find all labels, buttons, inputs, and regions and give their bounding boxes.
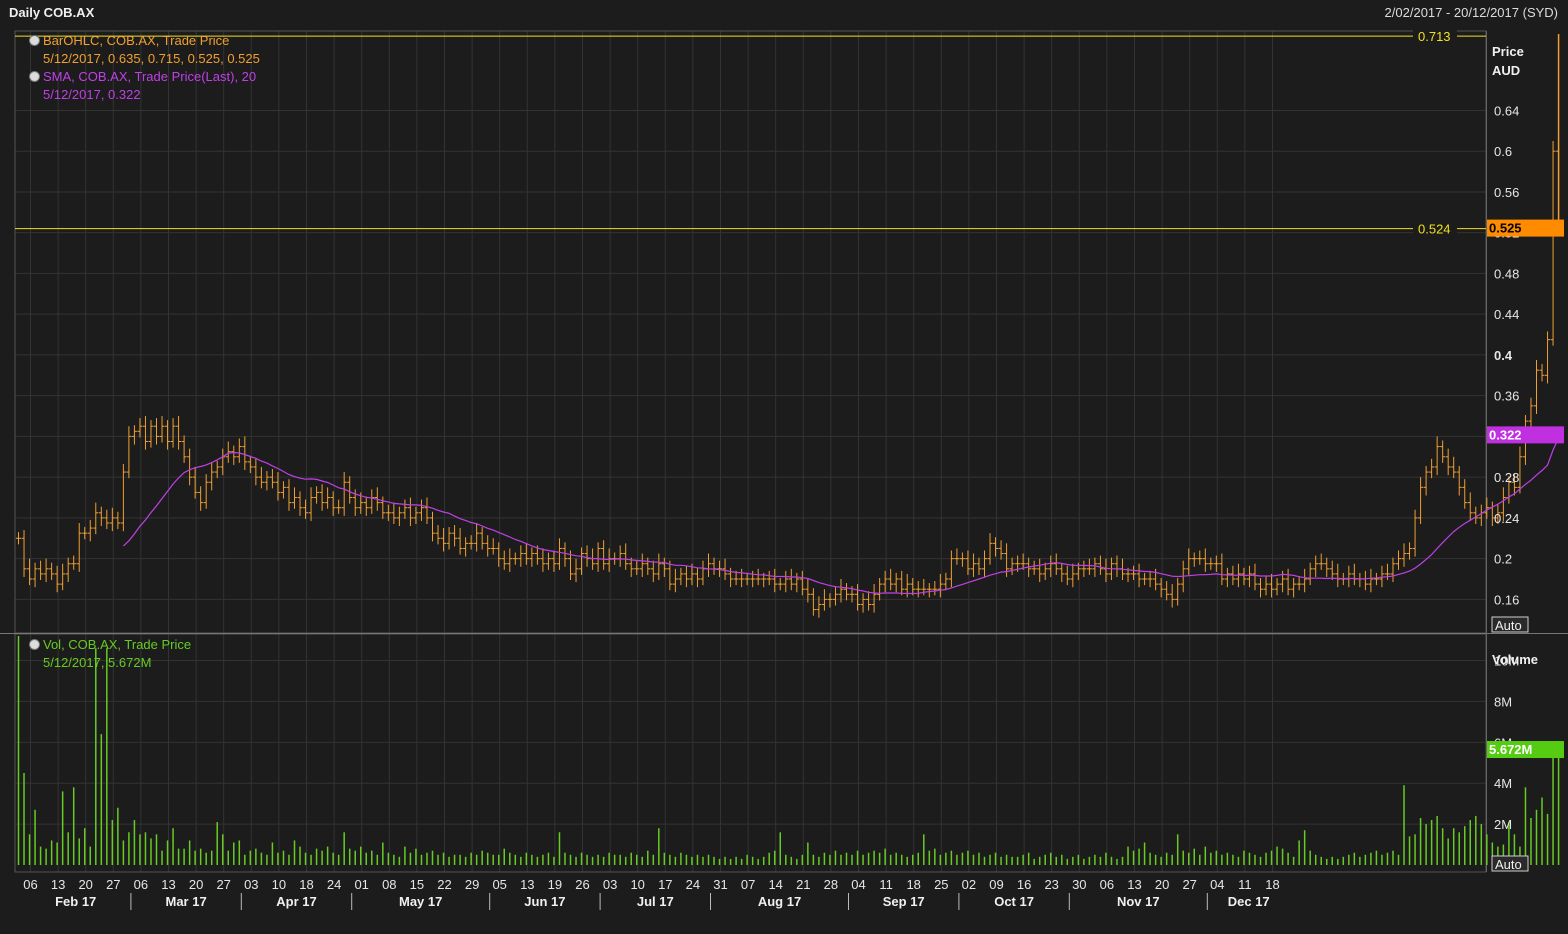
sma-legend-name: SMA, COB.AX, Trade Price(Last), 20 — [43, 69, 257, 84]
volume-tick-label: 8M — [1494, 694, 1512, 709]
month-tick-label: Mar 17 — [165, 894, 206, 909]
chart-background — [0, 0, 1568, 934]
price-tick-label: 0.28 — [1494, 470, 1519, 485]
day-tick-label: 05 — [492, 877, 506, 892]
day-tick-label: 07 — [741, 877, 755, 892]
price-tick-label: 0.64 — [1494, 103, 1519, 118]
price-tick-label: 0.24 — [1494, 511, 1519, 526]
volume-tick-label: 4M — [1494, 776, 1512, 791]
day-tick-label: 04 — [851, 877, 865, 892]
last-price-badge: 0.525 — [1489, 221, 1522, 236]
price-tick-label: 0.48 — [1494, 266, 1519, 281]
price-tick-label: 0.16 — [1494, 592, 1519, 607]
day-tick-label: 29 — [465, 877, 479, 892]
day-tick-label: 27 — [216, 877, 230, 892]
price-tick-label: 0.36 — [1494, 389, 1519, 404]
month-tick-label: Jul 17 — [637, 894, 674, 909]
day-tick-label: 24 — [686, 877, 700, 892]
day-tick-label: 18 — [1265, 877, 1279, 892]
volume-legend[interactable]: Vol, COB.AX, Trade Price 5/12/2017, 5.67… — [29, 636, 192, 672]
volume-legend-name: Vol, COB.AX, Trade Price — [43, 637, 192, 652]
volume-auto-label: Auto — [1495, 857, 1522, 872]
day-tick-label: 03 — [244, 877, 258, 892]
price-axis-unit: AUD — [1492, 63, 1520, 78]
day-tick-label: 28 — [824, 877, 838, 892]
day-tick-label: 13 — [1127, 877, 1141, 892]
day-tick-label: 06 — [1100, 877, 1114, 892]
horizontal-line-label: 0.713 — [1418, 29, 1451, 44]
ohlc-legend[interactable]: BarOHLC, COB.AX, Trade Price 5/12/2017, … — [29, 32, 260, 68]
legend-toggle-icon[interactable] — [29, 35, 40, 46]
day-tick-label: 10 — [630, 877, 644, 892]
day-tick-label: 20 — [1155, 877, 1169, 892]
day-tick-label: 19 — [548, 877, 562, 892]
price-tick-label: 0.44 — [1494, 307, 1519, 322]
day-tick-label: 06 — [23, 877, 37, 892]
date-range: 2/02/2017 - 20/12/2017 (SYD) — [1384, 5, 1558, 20]
day-tick-label: 09 — [989, 877, 1003, 892]
ohlc-legend-name: BarOHLC, COB.AX, Trade Price — [43, 33, 230, 48]
day-tick-label: 20 — [78, 877, 92, 892]
day-tick-label: 17 — [658, 877, 672, 892]
day-tick-label: 18 — [906, 877, 920, 892]
day-tick-label: 27 — [1182, 877, 1196, 892]
day-tick-label: 01 — [354, 877, 368, 892]
volume-value-badge: 5.672M — [1489, 742, 1532, 757]
day-tick-label: 03 — [603, 877, 617, 892]
price-tick-label: 0.2 — [1494, 552, 1512, 567]
day-tick-label: 27 — [106, 877, 120, 892]
day-tick-label: 16 — [1017, 877, 1031, 892]
volume-tick-label: 2M — [1494, 817, 1512, 832]
day-tick-label: 08 — [382, 877, 396, 892]
volume-legend-values: 5/12/2017, 5.672M — [43, 655, 152, 670]
month-tick-label: Aug 17 — [758, 894, 801, 909]
day-tick-label: 13 — [161, 877, 175, 892]
month-tick-label: Feb 17 — [55, 894, 96, 909]
chart-title: Daily COB.AX — [9, 5, 95, 20]
ohlc-legend-values: 5/12/2017, 0.635, 0.715, 0.525, 0.525 — [43, 51, 260, 66]
day-tick-label: 02 — [962, 877, 976, 892]
month-tick-label: Oct 17 — [994, 894, 1034, 909]
legend-toggle-icon[interactable] — [29, 71, 40, 82]
month-tick-label: Nov 17 — [1117, 894, 1160, 909]
day-tick-label: 04 — [1210, 877, 1224, 892]
day-tick-label: 18 — [299, 877, 313, 892]
day-tick-label: 31 — [713, 877, 727, 892]
day-tick-label: 11 — [1238, 877, 1252, 892]
day-tick-label: 14 — [768, 877, 782, 892]
chart-window: 0.7130.524 0.160.20.240.280.320.360.40.4… — [0, 0, 1568, 934]
price-tick-label: 0.4 — [1494, 348, 1513, 363]
sma-legend-values: 5/12/2017, 0.322 — [43, 87, 141, 102]
price-axis-label: Price — [1492, 44, 1524, 59]
day-tick-label: 22 — [437, 877, 451, 892]
month-tick-label: Dec 17 — [1228, 894, 1270, 909]
price-auto-label: Auto — [1495, 618, 1522, 633]
price-tick-label: 0.6 — [1494, 144, 1512, 159]
month-tick-label: May 17 — [399, 894, 442, 909]
day-tick-label: 11 — [879, 877, 893, 892]
day-tick-label: 26 — [575, 877, 589, 892]
price-volume-chart: 0.7130.524 0.160.20.240.280.320.360.40.4… — [0, 0, 1568, 934]
day-tick-label: 10 — [272, 877, 286, 892]
day-tick-label: 20 — [189, 877, 203, 892]
month-tick-label: Sep 17 — [883, 894, 925, 909]
day-tick-label: 25 — [934, 877, 948, 892]
day-tick-label: 13 — [51, 877, 65, 892]
sma-value-badge: 0.322 — [1489, 427, 1522, 442]
day-tick-label: 23 — [1044, 877, 1058, 892]
volume-axis-label: Volume — [1492, 652, 1538, 667]
day-tick-label: 06 — [134, 877, 148, 892]
legend-toggle-icon[interactable] — [29, 639, 40, 650]
day-tick-label: 24 — [327, 877, 341, 892]
day-tick-label: 30 — [1072, 877, 1086, 892]
month-tick-label: Apr 17 — [276, 894, 316, 909]
day-tick-label: 21 — [796, 877, 810, 892]
price-tick-label: 0.56 — [1494, 185, 1519, 200]
horizontal-line-label: 0.524 — [1418, 222, 1451, 237]
month-tick-label: Jun 17 — [524, 894, 565, 909]
day-tick-label: 15 — [410, 877, 424, 892]
sma-legend[interactable]: SMA, COB.AX, Trade Price(Last), 20 5/12/… — [29, 68, 257, 104]
day-tick-label: 13 — [520, 877, 534, 892]
